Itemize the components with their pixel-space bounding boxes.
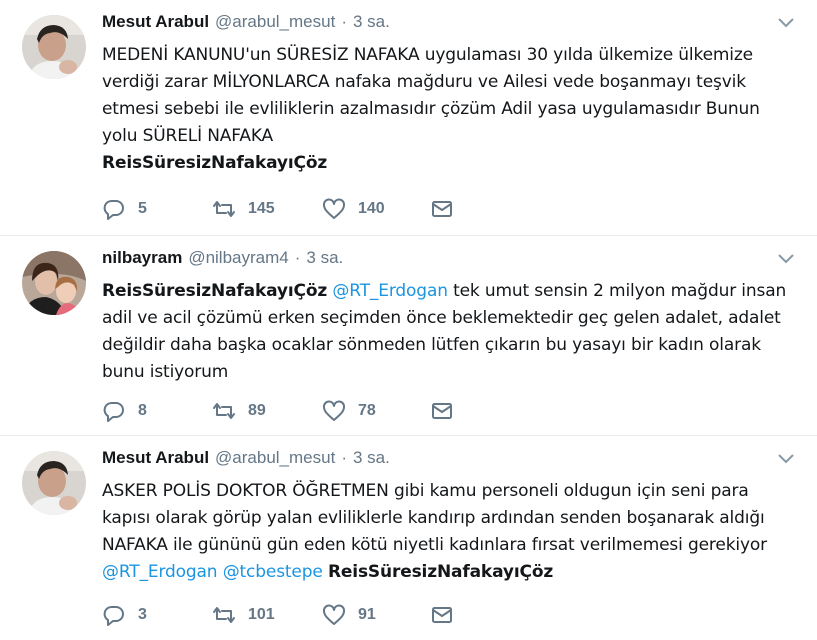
mention-link[interactable]: @tcbestepe [223, 562, 323, 582]
tweet-header: Mesut Arabul @arabul_mesut · 3 sa. [102, 12, 797, 36]
reply-button[interactable]: 8 [102, 399, 212, 423]
chevron-down-icon[interactable] [777, 452, 795, 466]
tweet-text: ReisSüresizNafakayıÇöz @RT_Erdogan tek u… [102, 278, 797, 386]
avatar-image [22, 251, 86, 315]
separator-dot: · [341, 448, 347, 467]
author-name[interactable]: nilbayram [102, 248, 182, 268]
like-count: 78 [358, 402, 376, 419]
hashtag-link[interactable]: ReisSüresizNafakayıÇöz [102, 153, 327, 173]
like-count: 91 [358, 606, 376, 623]
direct-message-button[interactable] [430, 603, 454, 627]
author-username[interactable]: @nilbayram4 [188, 248, 288, 268]
reply-count: 8 [138, 402, 147, 419]
tweet-time[interactable]: 3 sa. [306, 248, 343, 268]
tweet-time[interactable]: 3 sa. [353, 448, 390, 468]
tweet-content: nilbayram @nilbayram4 · 3 sa. ReisSüresi… [102, 248, 797, 386]
retweet-count: 101 [248, 606, 275, 623]
reply-count: 3 [138, 606, 147, 623]
envelope-icon [432, 607, 452, 623]
avatar-image [22, 15, 86, 79]
heart-icon [323, 604, 345, 625]
tweet-time[interactable]: 3 sa. [353, 12, 390, 32]
hashtag-link[interactable]: ReisSüresizNafakayıÇöz [102, 281, 327, 301]
author-name[interactable]: Mesut Arabul [102, 12, 209, 32]
reply-icon [103, 606, 124, 626]
reply-icon [103, 200, 124, 220]
author-username[interactable]: @arabul_mesut [215, 448, 335, 468]
heart-icon [323, 400, 345, 421]
envelope-icon [432, 403, 452, 419]
direct-message-button[interactable] [430, 399, 454, 423]
separator-dot: · [341, 12, 347, 31]
tweet-timeline: Mesut Arabul @arabul_mesut · 3 sa. MEDEN… [0, 0, 817, 640]
tweet-content: Mesut Arabul @arabul_mesut · 3 sa. ASKER… [102, 448, 797, 586]
tweet-header: Mesut Arabul @arabul_mesut · 3 sa. [102, 448, 797, 472]
like-button[interactable]: 91 [322, 603, 430, 627]
retweet-count: 145 [248, 200, 275, 217]
reply-icon [103, 402, 124, 422]
tweet-content: Mesut Arabul @arabul_mesut · 3 sa. MEDEN… [102, 12, 797, 177]
reply-button[interactable]: 5 [102, 197, 212, 221]
tweet[interactable]: Mesut Arabul @arabul_mesut · 3 sa. MEDEN… [0, 0, 817, 236]
separator-dot: · [294, 248, 301, 267]
tweet-actions: 8 89 78 [102, 398, 454, 424]
tweet-text-body: MEDENİ KANUNU'un SÜRESİZ NAFAKA uygulama… [102, 45, 760, 146]
like-button[interactable]: 78 [322, 399, 430, 423]
hashtag-link[interactable]: ReisSüresizNafakayıÇöz [328, 562, 553, 582]
chevron-down-icon[interactable] [777, 16, 795, 30]
tweet-actions: 3 101 91 [102, 602, 454, 628]
reply-count: 5 [138, 200, 147, 217]
envelope-icon [432, 201, 452, 217]
tweet-header: nilbayram @nilbayram4 · 3 sa. [102, 248, 797, 272]
like-button[interactable]: 140 [322, 197, 430, 221]
avatar[interactable] [22, 251, 86, 315]
retweet-icon [213, 607, 235, 623]
retweet-button[interactable]: 101 [212, 603, 322, 627]
retweet-icon [213, 403, 235, 419]
tweet[interactable]: Mesut Arabul @arabul_mesut · 3 sa. ASKER… [0, 436, 817, 640]
tweet-text: ASKER POLİS DOKTOR ÖĞRETMEN gibi kamu pe… [102, 478, 797, 586]
like-count: 140 [358, 200, 385, 217]
retweet-icon [213, 201, 235, 217]
author-username[interactable]: @arabul_mesut [215, 12, 335, 32]
mention-link[interactable]: @RT_Erdogan [332, 281, 448, 301]
reply-button[interactable]: 3 [102, 603, 212, 627]
direct-message-button[interactable] [430, 197, 454, 221]
avatar[interactable] [22, 451, 86, 515]
avatar[interactable] [22, 15, 86, 79]
tweet-actions: 5 145 140 [102, 196, 454, 222]
retweet-button[interactable]: 89 [212, 399, 322, 423]
tweet-text: MEDENİ KANUNU'un SÜRESİZ NAFAKA uygulama… [102, 42, 797, 177]
mention-link[interactable]: @RT_Erdogan [102, 562, 218, 582]
author-name[interactable]: Mesut Arabul [102, 448, 209, 468]
avatar-image [22, 451, 86, 515]
heart-icon [323, 198, 345, 219]
retweet-count: 89 [248, 402, 266, 419]
retweet-button[interactable]: 145 [212, 197, 322, 221]
tweet[interactable]: nilbayram @nilbayram4 · 3 sa. ReisSüresi… [0, 236, 817, 436]
tweet-text-body: ASKER POLİS DOKTOR ÖĞRETMEN gibi kamu pe… [102, 481, 767, 555]
chevron-down-icon[interactable] [777, 252, 795, 266]
